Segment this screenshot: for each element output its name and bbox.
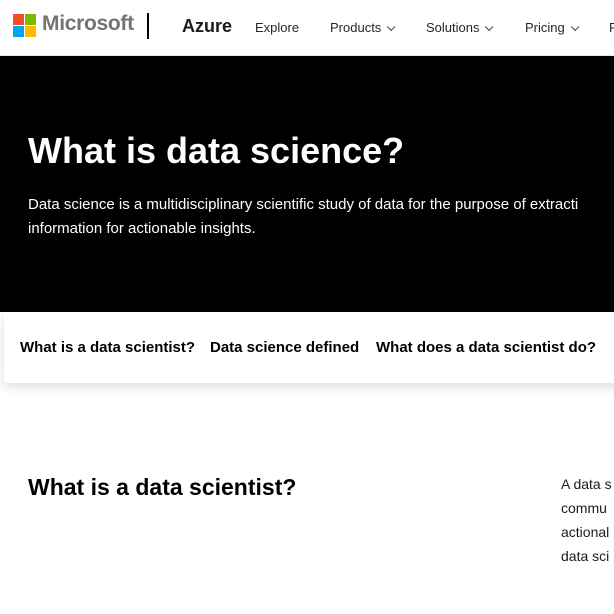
- microsoft-logo-icon[interactable]: [13, 14, 36, 37]
- body-text-line: actional: [561, 524, 610, 540]
- section-heading: What is a data scientist?: [28, 474, 297, 500]
- nav-label: Pricing: [525, 20, 565, 35]
- section-tabs: What is a data scientist? Data science d…: [4, 312, 614, 383]
- body-text-line: commu: [561, 500, 607, 516]
- azure-home-link[interactable]: Azure: [182, 16, 232, 37]
- tab-what-is-a-data-scientist[interactable]: What is a data scientist?: [20, 339, 195, 356]
- body-text-line: data sci: [561, 548, 610, 564]
- chevron-down-icon: [485, 22, 494, 32]
- header-divider: [147, 13, 149, 39]
- nav-label: Products: [330, 20, 382, 35]
- microsoft-wordmark[interactable]: Microsoft: [42, 12, 134, 36]
- nav-pricing[interactable]: Pricing: [525, 20, 580, 35]
- section-body-text: A data s commu actional data sci: [561, 472, 614, 568]
- nav-label: Explore: [255, 20, 300, 35]
- body-text-line: A data s: [561, 476, 612, 492]
- chevron-down-icon: [387, 22, 396, 32]
- nav-label: P: [609, 20, 614, 35]
- hero-description-line: information for actionable insights.: [28, 220, 256, 237]
- tab-data-science-defined[interactable]: Data science defined: [210, 339, 359, 356]
- nav-partners[interactable]: P: [609, 20, 614, 35]
- nav-solutions[interactable]: Solutions: [426, 20, 494, 35]
- tab-what-does-a-data-scientist-do[interactable]: What does a data scientist do?: [376, 339, 596, 356]
- top-header: Microsoft Azure Explore Products Solutio…: [0, 0, 614, 56]
- hero-description: Data science is a multidisciplinary scie…: [28, 193, 578, 241]
- nav-label: Solutions: [426, 20, 480, 35]
- nav-products[interactable]: Products: [330, 20, 396, 35]
- hero-description-line: Data science is a multidisciplinary scie…: [28, 196, 579, 213]
- hero-banner: What is data science? Data science is a …: [0, 56, 614, 312]
- page-title: What is data science?: [28, 130, 405, 171]
- chevron-down-icon: [570, 22, 580, 32]
- nav-explore[interactable]: Explore: [255, 20, 299, 35]
